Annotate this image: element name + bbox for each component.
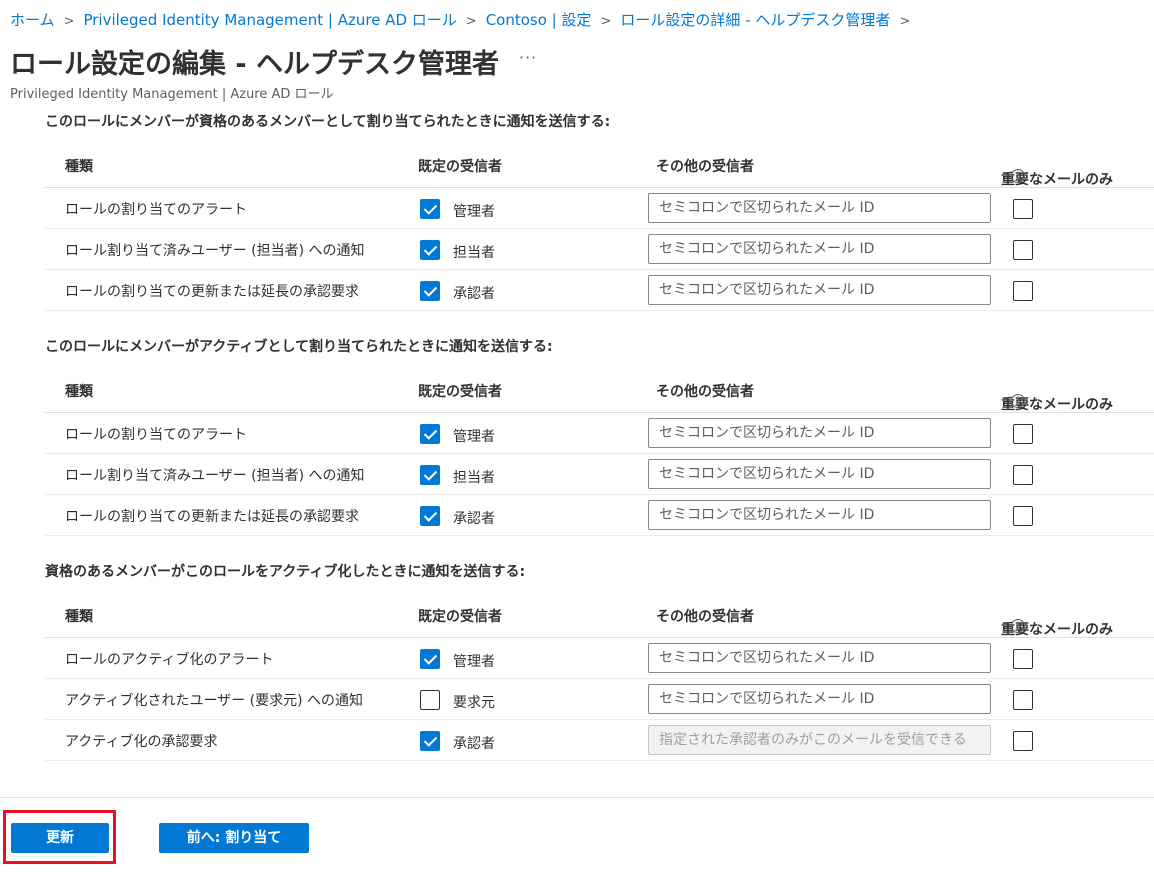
chevron-right-icon: >	[465, 14, 477, 29]
notification-type: ロールのアクティブ化のアラート	[65, 652, 274, 668]
notification-type: ロールの割り当ての更新または延長の承認要求	[65, 509, 359, 525]
table-row: アクティブ化の承認要求 承認者	[45, 720, 1154, 761]
default-recipient-checkbox[interactable]	[420, 240, 440, 260]
section-eligible-assignment: このロールにメンバーが資格のあるメンバーとして割り当てられたときに通知を送信する…	[45, 113, 1154, 311]
table-row: アクティブ化されたユーザー (要求元) への通知 要求元	[45, 679, 1154, 720]
column-header-default-recipients: 既定の受信者	[418, 609, 502, 625]
column-header-other-recipients: その他の受信者	[656, 159, 754, 175]
table-header: 種類 既定の受信者 その他の受信者 重要なメールのみ i	[45, 593, 1154, 638]
default-recipient-checkbox[interactable]	[420, 649, 440, 669]
default-recipient-checkbox[interactable]	[420, 199, 440, 219]
column-header-type: 種類	[65, 384, 93, 400]
column-header-type: 種類	[65, 609, 93, 625]
table-row: ロールの割り当てのアラート 管理者	[45, 413, 1154, 454]
notification-type: ロール割り当て済みユーザー (担当者) への通知	[65, 243, 365, 259]
previous-assignment-button[interactable]: 前へ: 割り当て	[159, 823, 309, 853]
additional-recipients-input[interactable]	[648, 643, 991, 673]
default-recipient-label: 承認者	[453, 511, 495, 527]
default-recipient-checkbox[interactable]	[420, 690, 440, 710]
default-recipient-label: 要求元	[453, 695, 495, 711]
info-icon[interactable]: i	[1011, 394, 1025, 408]
additional-recipients-input[interactable]	[648, 193, 991, 223]
default-recipient-checkbox[interactable]	[420, 424, 440, 444]
section-title: このロールにメンバーが資格のあるメンバーとして割り当てられたときに通知を送信する…	[45, 114, 611, 130]
info-icon[interactable]: i	[1011, 619, 1025, 633]
critical-emails-only-checkbox[interactable]	[1013, 690, 1033, 710]
section-activation: 資格のあるメンバーがこのロールをアクティブ化したときに通知を送信する: 種類 既…	[45, 563, 1154, 761]
section-active-assignment: このロールにメンバーがアクティブとして割り当てられたときに通知を送信する: 種類…	[45, 338, 1154, 536]
page-title: ロール設定の編集 - ヘルプデスク管理者	[10, 49, 500, 80]
chevron-right-icon: >	[899, 14, 911, 29]
default-recipient-label: 管理者	[453, 204, 495, 220]
breadcrumb-pim-azure-ad-roles[interactable]: Privileged Identity Management | Azure A…	[83, 11, 456, 29]
default-recipient-label: 管理者	[453, 429, 495, 445]
column-header-default-recipients: 既定の受信者	[418, 384, 502, 400]
critical-emails-only-checkbox[interactable]	[1013, 731, 1033, 751]
default-recipient-label: 担当者	[453, 470, 495, 486]
default-recipient-label: 管理者	[453, 654, 495, 670]
notification-type: ロールの割り当てのアラート	[65, 202, 247, 218]
page-subtitle: Privileged Identity Management | Azure A…	[10, 87, 334, 102]
critical-emails-only-checkbox[interactable]	[1013, 465, 1033, 485]
critical-emails-only-checkbox[interactable]	[1013, 424, 1033, 444]
default-recipient-label: 担当者	[453, 245, 495, 261]
table-row: ロールのアクティブ化のアラート 管理者	[45, 638, 1154, 679]
table-header: 種類 既定の受信者 その他の受信者 重要なメールのみ i	[45, 143, 1154, 188]
table-row: ロールの割り当ての更新または延長の承認要求 承認者	[45, 270, 1154, 311]
update-button[interactable]: 更新	[11, 823, 109, 853]
column-header-other-recipients: その他の受信者	[656, 384, 754, 400]
critical-emails-only-checkbox[interactable]	[1013, 281, 1033, 301]
critical-emails-only-checkbox[interactable]	[1013, 649, 1033, 669]
default-recipient-checkbox[interactable]	[420, 731, 440, 751]
default-recipient-label: 承認者	[453, 736, 495, 752]
default-recipient-checkbox[interactable]	[420, 281, 440, 301]
notification-type: ロール割り当て済みユーザー (担当者) への通知	[65, 468, 365, 484]
chevron-right-icon: >	[600, 14, 612, 29]
additional-recipients-input[interactable]	[648, 459, 991, 489]
notification-type: アクティブ化されたユーザー (要求元) への通知	[65, 693, 364, 709]
critical-emails-only-checkbox[interactable]	[1013, 240, 1033, 260]
default-recipient-label: 承認者	[453, 286, 495, 302]
default-recipient-checkbox[interactable]	[420, 465, 440, 485]
breadcrumb-contoso-settings[interactable]: Contoso | 設定	[486, 11, 592, 29]
notification-type: アクティブ化の承認要求	[65, 734, 218, 750]
notification-type: ロールの割り当てのアラート	[65, 427, 247, 443]
critical-emails-only-checkbox[interactable]	[1013, 199, 1033, 219]
additional-recipients-input[interactable]	[648, 684, 991, 714]
section-title: 資格のあるメンバーがこのロールをアクティブ化したときに通知を送信する:	[45, 564, 526, 580]
more-options-button[interactable]: ···	[519, 48, 537, 67]
additional-recipients-input[interactable]	[648, 234, 991, 264]
table-row: ロール割り当て済みユーザー (担当者) への通知 担当者	[45, 229, 1154, 270]
breadcrumb-home[interactable]: ホーム	[10, 11, 55, 29]
table-row: ロールの割り当ての更新または延長の承認要求 承認者	[45, 495, 1154, 536]
additional-recipients-input[interactable]	[648, 418, 991, 448]
default-recipient-checkbox[interactable]	[420, 506, 440, 526]
breadcrumb-role-setting-details[interactable]: ロール設定の詳細 - ヘルプデスク管理者	[620, 11, 890, 29]
additional-recipients-input	[648, 725, 991, 755]
table-row: ロールの割り当てのアラート 管理者	[45, 188, 1154, 229]
footer-divider	[0, 797, 1154, 798]
table-row: ロール割り当て済みユーザー (担当者) への通知 担当者	[45, 454, 1154, 495]
notification-type: ロールの割り当ての更新または延長の承認要求	[65, 284, 359, 300]
info-icon[interactable]: i	[1011, 169, 1025, 183]
section-title: このロールにメンバーがアクティブとして割り当てられたときに通知を送信する:	[45, 339, 553, 355]
table-header: 種類 既定の受信者 その他の受信者 重要なメールのみ i	[45, 368, 1154, 413]
column-header-type: 種類	[65, 159, 93, 175]
column-header-other-recipients: その他の受信者	[656, 609, 754, 625]
critical-emails-only-checkbox[interactable]	[1013, 506, 1033, 526]
additional-recipients-input[interactable]	[648, 275, 991, 305]
chevron-right-icon: >	[63, 14, 75, 29]
additional-recipients-input[interactable]	[648, 500, 991, 530]
breadcrumb: ホーム > Privileged Identity Management | Azu…	[10, 9, 919, 30]
column-header-default-recipients: 既定の受信者	[418, 159, 502, 175]
